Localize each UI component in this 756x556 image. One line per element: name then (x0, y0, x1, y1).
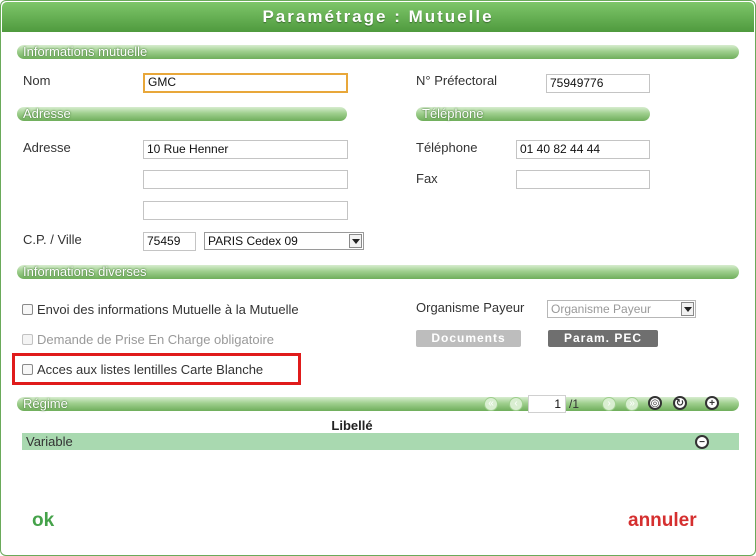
page-number-input[interactable]: 1 (528, 395, 566, 413)
adresse-label: Adresse (23, 140, 71, 155)
cancel-button[interactable]: annuler (628, 510, 697, 532)
chevron-down-icon[interactable] (681, 302, 694, 316)
organisme-select-value: Organisme Payeur (551, 302, 652, 316)
ville-select[interactable]: PARIS Cedex 09 (204, 232, 364, 250)
row-label: Variable (26, 434, 73, 449)
telephone-label: Téléphone (416, 140, 478, 155)
organisme-select[interactable]: Organisme Payeur (547, 300, 696, 318)
acces-listes-checkbox[interactable] (22, 364, 33, 375)
page-total: /1 (569, 397, 580, 411)
section-telephone: Téléphone (416, 107, 650, 121)
acces-listes-label: Acces aux listes lentilles Carte Blanche (37, 362, 264, 377)
fax-label: Fax (416, 171, 438, 186)
section-info-mutuelle: Informations mutuelle (17, 45, 739, 59)
chevron-down-icon[interactable] (349, 234, 362, 248)
first-page-icon[interactable]: « (484, 397, 498, 411)
prise-en-charge-checkbox[interactable] (22, 334, 33, 345)
envoi-option[interactable]: Envoi des informations Mutuelle à la Mut… (22, 302, 299, 317)
param-pec-button[interactable]: Param. PEC (548, 330, 658, 347)
nom-label: Nom (23, 73, 51, 88)
envoi-label: Envoi des informations Mutuelle à la Mut… (37, 302, 299, 317)
fax-input[interactable] (516, 170, 650, 189)
envoi-checkbox[interactable] (22, 304, 33, 315)
adresse-line1-input[interactable]: 10 Rue Henner (143, 140, 348, 159)
last-page-icon[interactable]: » (625, 397, 639, 411)
next-page-icon[interactable]: › (602, 397, 616, 411)
prise-en-charge-option[interactable]: Demande de Prise En Charge obligatoire (22, 332, 274, 347)
organisme-label: Organisme Payeur (416, 300, 525, 315)
documents-button[interactable]: Documents (416, 330, 521, 347)
cp-input[interactable]: 75459 (143, 232, 196, 251)
cp-ville-label: C.P. / Ville (23, 232, 82, 247)
prefectoral-input[interactable]: 75949776 (546, 74, 650, 93)
acces-listes-option[interactable]: Acces aux listes lentilles Carte Blanche (22, 362, 263, 377)
dialog-title: Paramétrage : Mutuelle (2, 2, 754, 32)
telephone-input[interactable]: 01 40 82 44 44 (516, 140, 650, 159)
ok-button[interactable]: ok (32, 510, 54, 532)
ville-select-value: PARIS Cedex 09 (208, 234, 298, 248)
nom-input[interactable]: GMC (143, 73, 348, 93)
adresse-line3-input[interactable] (143, 201, 348, 220)
remove-icon[interactable]: − (695, 435, 709, 449)
section-adresse: Adresse (17, 107, 347, 121)
prise-en-charge-label: Demande de Prise En Charge obligatoire (37, 332, 275, 347)
search-icon[interactable]: ◎ (648, 396, 662, 410)
adresse-line2-input[interactable] (143, 170, 348, 189)
refresh-icon[interactable]: ↻ (673, 396, 687, 410)
table-row[interactable]: Variable (22, 433, 739, 450)
section-info-diverses: Informations diverses (17, 265, 739, 279)
prefectoral-label: N° Préfectoral (416, 73, 498, 88)
add-icon[interactable]: + (705, 396, 719, 410)
column-header-libelle: Libellé (331, 418, 373, 433)
prev-page-icon[interactable]: ‹ (509, 397, 523, 411)
